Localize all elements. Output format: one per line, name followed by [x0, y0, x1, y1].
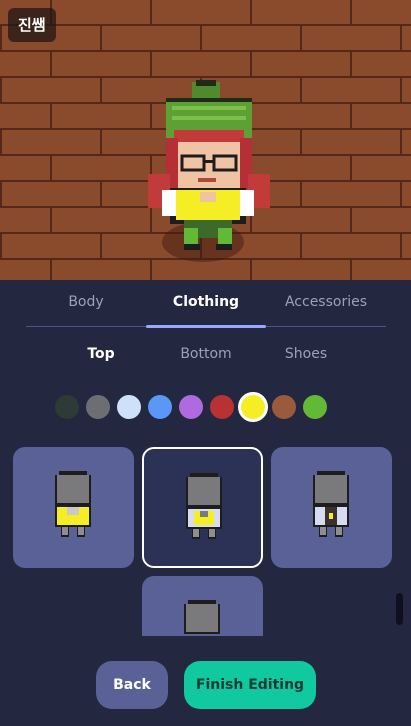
category-tabs: Body Clothing Accessories: [26, 294, 386, 328]
clothing-option-tee[interactable]: [142, 447, 263, 568]
clothing-option-jacket[interactable]: [271, 447, 392, 568]
tab-body[interactable]: Body: [26, 294, 146, 310]
subtab-bottom[interactable]: Bottom: [151, 346, 261, 362]
subtab-shoes[interactable]: Shoes: [251, 346, 361, 362]
finish-editing-button[interactable]: Finish Editing: [184, 661, 316, 709]
back-button[interactable]: Back: [96, 661, 168, 709]
color-swatch[interactable]: [179, 395, 203, 419]
clothing-preview-sprite: [313, 471, 349, 537]
color-swatch[interactable]: [148, 395, 172, 419]
color-swatch[interactable]: [55, 395, 79, 419]
color-swatch[interactable]: [117, 395, 141, 419]
character-editor: Body Clothing Accessories Top Bottom Sho…: [0, 280, 411, 726]
clothing-subtabs: Top Bottom Shoes: [46, 346, 366, 370]
clothing-preview-sprite: [55, 471, 91, 537]
avatar-preview: 진쌤: [0, 0, 411, 280]
color-swatch[interactable]: [86, 395, 110, 419]
avatar-sprite: [148, 80, 270, 250]
tab-active-indicator: [146, 325, 266, 328]
clothing-preview-sprite: [186, 473, 222, 539]
subtab-top[interactable]: Top: [46, 346, 156, 362]
color-swatch[interactable]: [303, 395, 327, 419]
clothing-option-plain[interactable]: [142, 576, 263, 636]
tab-accessories[interactable]: Accessories: [266, 294, 386, 310]
color-swatch[interactable]: [272, 395, 296, 419]
color-swatch[interactable]: [238, 392, 268, 422]
clothing-preview-sprite: [184, 600, 220, 634]
options-scrollbar[interactable]: [396, 593, 403, 625]
clothing-options-grid: [0, 446, 411, 636]
player-name-badge: 진쌤: [8, 8, 56, 42]
color-swatch[interactable]: [210, 395, 234, 419]
tab-clothing[interactable]: Clothing: [146, 294, 266, 310]
clothing-option-vest[interactable]: [13, 447, 134, 568]
